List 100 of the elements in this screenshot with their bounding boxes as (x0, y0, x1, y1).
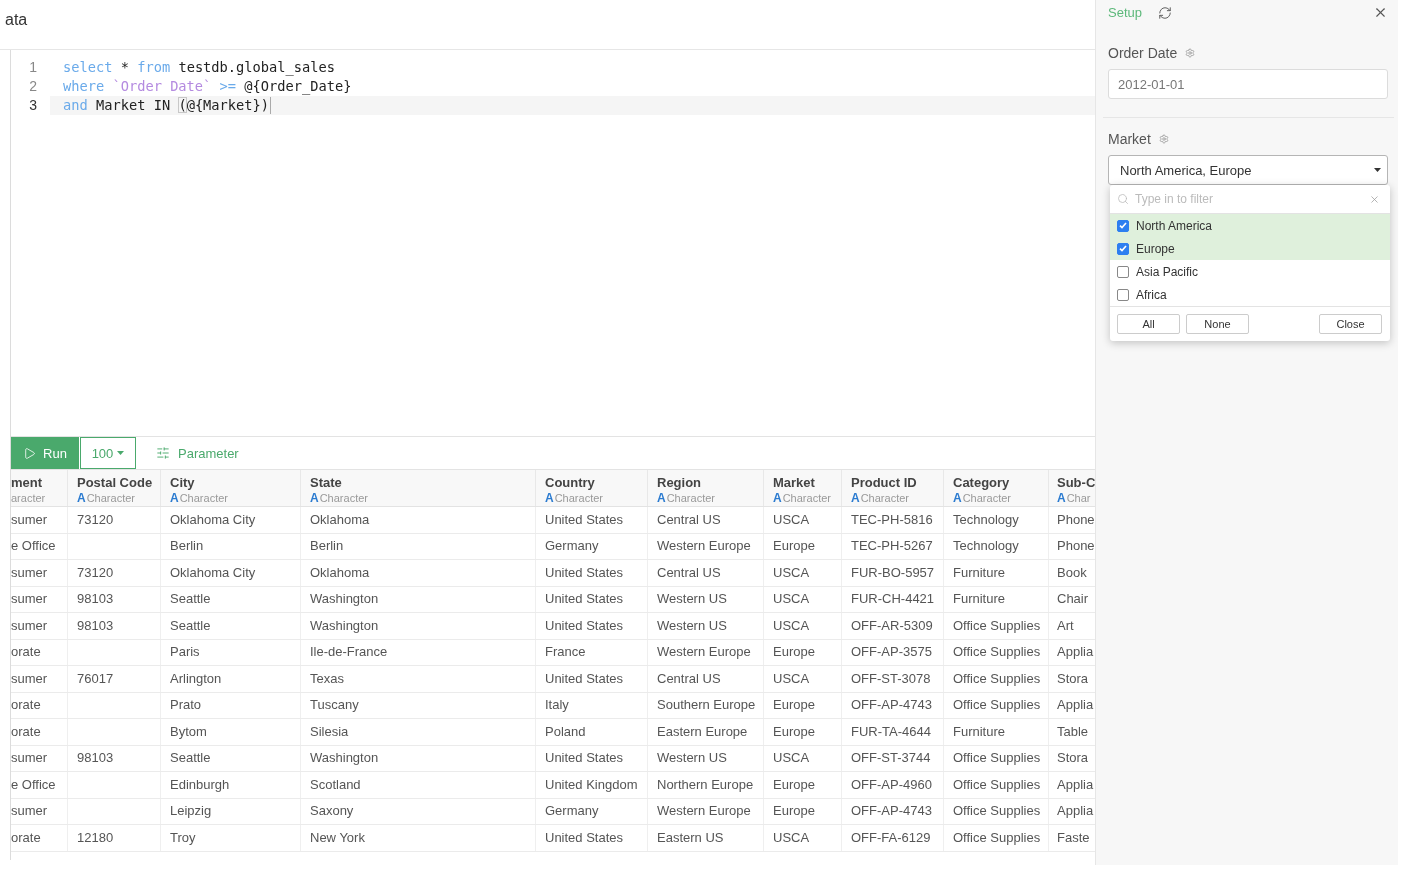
checkbox[interactable] (1117, 242, 1129, 255)
table-cell: Office Supplies (953, 750, 1041, 767)
table-cell: Book (1057, 564, 1087, 581)
code-line: select * from testdb.global_sales (63, 58, 335, 77)
table-cell: Central US (657, 670, 721, 687)
table-cell: Oklahoma (310, 564, 370, 581)
table-cell: TEC-PH-5267 (851, 538, 933, 555)
table-cell: Oklahoma City (170, 511, 256, 528)
table-cell: Europe (773, 697, 815, 714)
column-name: Country (545, 474, 596, 491)
table-cell: USCA (773, 829, 810, 846)
option-item[interactable]: Asia Pacific (1110, 260, 1390, 283)
table-cell: Office Supplies (953, 617, 1041, 634)
table-cell: sumer (11, 803, 48, 820)
table-cell: sumer (11, 591, 48, 608)
settings-icon[interactable] (1185, 48, 1196, 58)
checkbox[interactable] (1117, 288, 1129, 301)
table-cell: Europe (773, 644, 815, 661)
code-line: where `Order Date` >= @{Order_Date} (63, 77, 352, 96)
table-cell: Furniture (953, 591, 1006, 608)
clear-icon[interactable] (1369, 193, 1380, 205)
filter-field[interactable]: Type in to filter (1135, 190, 1363, 208)
table-cell: Technology (953, 511, 1019, 528)
table-cell: Berlin (170, 538, 204, 555)
table-cell: Prato (170, 697, 202, 714)
table-cell: Saxony (310, 803, 354, 820)
table-cell: United States (545, 750, 624, 767)
table-cell: Tuscany (310, 697, 359, 714)
table-cell: sumer (11, 750, 48, 767)
table-cell: Central US (657, 564, 721, 581)
table-cell: Germany (545, 803, 599, 820)
line-number: 3 (28, 96, 38, 115)
table-cell: USCA (773, 617, 810, 634)
table-cell: United States (545, 670, 624, 687)
table-cell: Ile-de-France (310, 644, 388, 661)
table-cell: Edinburgh (170, 776, 230, 793)
caret-icon (117, 451, 125, 455)
table-cell: Eastern Europe (657, 723, 748, 740)
table-cell: USCA (773, 591, 810, 608)
table-cell: Western Europe (657, 644, 751, 661)
field-label: Market (1108, 131, 1151, 147)
option-item[interactable]: Africa (1110, 283, 1390, 306)
table-cell: 76017 (77, 670, 114, 687)
type-mark: A (773, 491, 782, 505)
table-cell: United States (545, 617, 624, 634)
table-cell: Seattle (170, 591, 211, 608)
table-cell: Leipzig (170, 803, 212, 820)
checkbox[interactable] (1117, 219, 1129, 232)
table-cell: Eastern US (657, 829, 724, 846)
type-mark: A (657, 491, 666, 505)
column-name: Postal Code (77, 474, 154, 491)
option-item[interactable]: North America (1110, 214, 1390, 237)
checkbox[interactable] (1117, 265, 1129, 278)
table-cell: sumer (11, 617, 48, 634)
table-cell: TEC-PH-5816 (851, 511, 933, 528)
table-cell: Technology (953, 538, 1019, 555)
type-label: Character (554, 491, 603, 505)
column-name: Product ID (851, 474, 918, 491)
table-cell: Applia (1057, 776, 1094, 793)
table-cell: USCA (773, 511, 810, 528)
table-cell: Bytom (170, 723, 207, 740)
table-cell: 98103 (77, 750, 114, 767)
table-cell: e Office (11, 538, 56, 555)
settings-icon[interactable] (1158, 134, 1169, 144)
option-item[interactable]: Europe (1110, 237, 1390, 260)
table-cell: orate (11, 644, 41, 661)
table-cell: Oklahoma (310, 511, 370, 528)
table-cell: Furniture (953, 564, 1006, 581)
table-cell: FUR-TA-4644 (851, 723, 931, 740)
select-field[interactable]: North America, Europe (1108, 155, 1388, 185)
table-cell: Europe (773, 803, 815, 820)
dropdown-button[interactable]: Close (1319, 314, 1382, 334)
table-cell: 73120 (77, 511, 114, 528)
table-cell: Europe (773, 538, 815, 555)
table-cell: Seattle (170, 617, 211, 634)
type-label: Character (179, 491, 228, 505)
dropdown-button[interactable]: None (1186, 314, 1249, 334)
dropdown-button[interactable]: All (1117, 314, 1180, 334)
table-cell: Europe (773, 776, 815, 793)
column-name: ment (11, 474, 44, 491)
type-label: Char (1066, 491, 1091, 505)
close-icon[interactable] (1373, 5, 1388, 20)
table-cell: Stora (1057, 670, 1089, 687)
table-cell: orate (11, 829, 41, 846)
table-cell: Art (1057, 617, 1074, 634)
table-cell: Europe (773, 723, 815, 740)
table-cell: OFF-FA-6129 (851, 829, 931, 846)
table-cell: Office Supplies (953, 776, 1041, 793)
table-cell: USCA (773, 750, 810, 767)
date-field[interactable]: 2012-01-01 (1108, 69, 1388, 99)
table-cell: Table (1057, 723, 1089, 740)
table-cell: FUR-BO-5957 (851, 564, 935, 581)
type-mark: A (545, 491, 554, 505)
table-cell: sumer (11, 564, 48, 581)
table-cell: Office Supplies (953, 670, 1041, 687)
table-cell: Phone (1057, 511, 1095, 528)
type-label: Character (962, 491, 1011, 505)
table-cell: Central US (657, 511, 721, 528)
search-icon (1117, 193, 1129, 205)
refresh-icon[interactable] (1158, 5, 1172, 20)
